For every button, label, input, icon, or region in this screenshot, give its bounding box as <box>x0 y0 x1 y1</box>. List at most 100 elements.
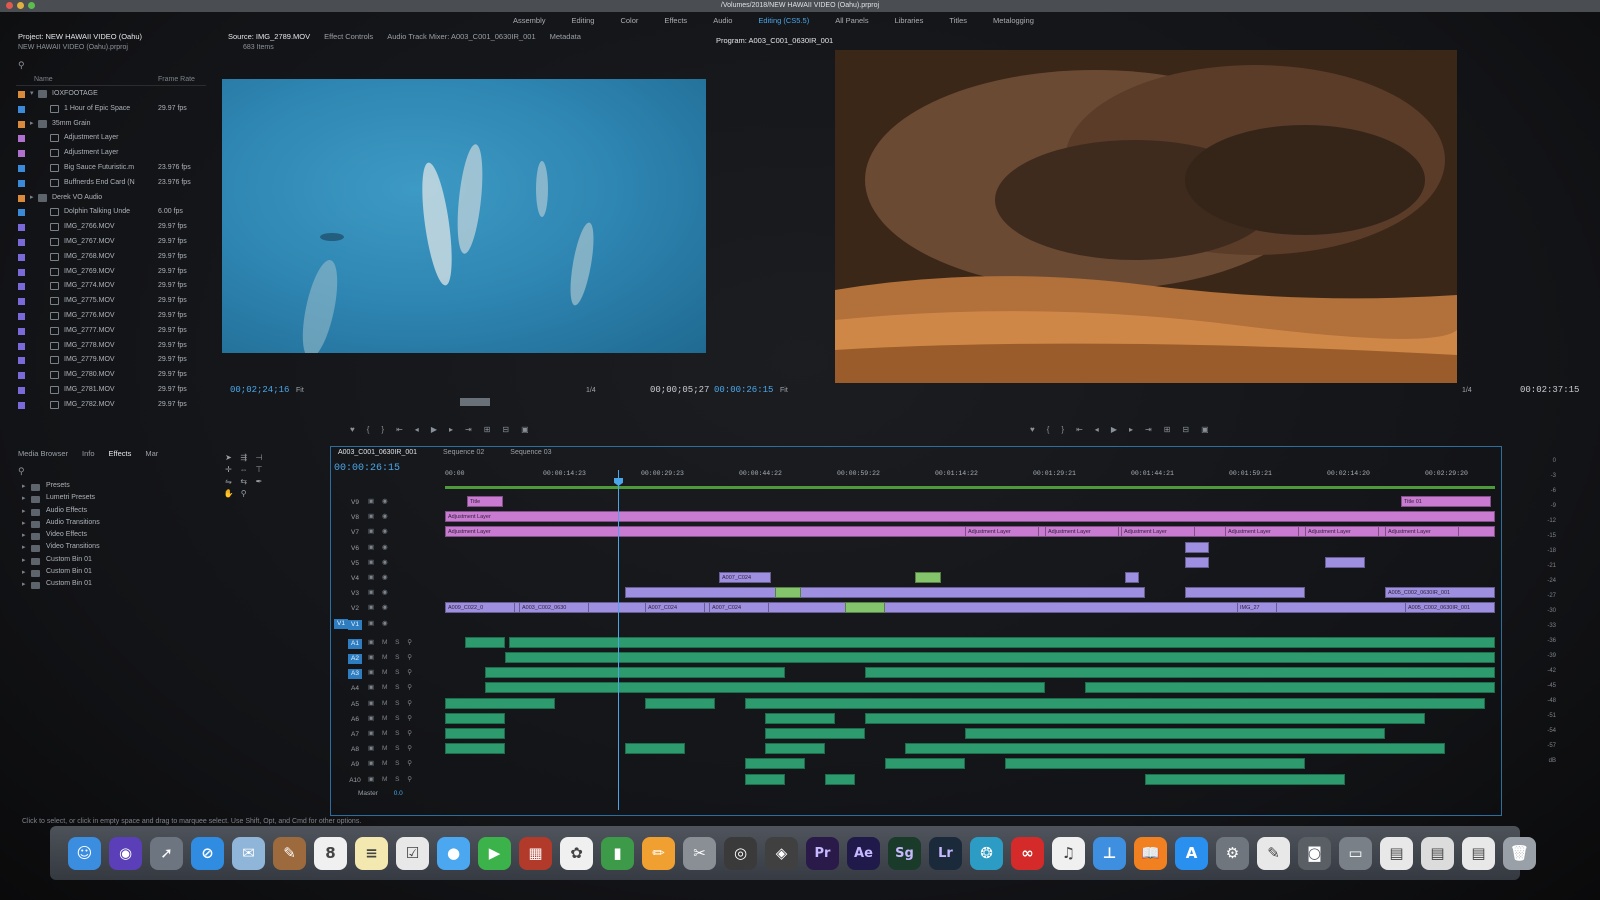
audio-clip[interactable] <box>905 743 1445 755</box>
audio-clip[interactable] <box>745 758 805 770</box>
audio-clip[interactable] <box>445 743 505 755</box>
program-play-icon[interactable]: ▶ <box>1111 425 1117 434</box>
playhead[interactable] <box>618 470 619 810</box>
workspace-tab[interactable]: Effects <box>651 14 700 28</box>
master-value[interactable]: 0.0 <box>394 790 403 797</box>
video-clip[interactable] <box>845 602 885 614</box>
source-resolution-select[interactable]: 1/4 <box>586 387 596 394</box>
workspace-tab[interactable]: Audio <box>700 14 745 28</box>
slip-icon[interactable]: ⇋ <box>223 477 234 487</box>
source-tab[interactable]: Audio Track Mixer: A003_C001_0630IR_001 <box>387 32 535 41</box>
close-window-icon[interactable] <box>6 2 13 9</box>
workspace-tab[interactable]: All Panels <box>822 14 881 28</box>
disclosure-triangle-icon[interactable]: ▸ <box>30 119 34 127</box>
program-fit-select[interactable]: Fit <box>780 387 788 394</box>
audio-clip[interactable] <box>765 743 825 755</box>
messages-icon[interactable]: ● <box>437 836 470 870</box>
photos-icon[interactable]: ✿ <box>560 836 593 870</box>
program-export-frame-icon[interactable]: ▣ <box>1201 425 1209 434</box>
label-color-swatch[interactable] <box>18 179 25 187</box>
workspace-tab[interactable]: Editing (CS5.5) <box>745 14 822 28</box>
track-controls-icons[interactable]: ▣ M S ⚲ <box>368 683 415 691</box>
track-controls-icons[interactable]: ▣ ◉ <box>368 497 391 505</box>
project-item[interactable]: IMG_2776.MOV 29.97 fps <box>16 309 206 324</box>
app-store-icon[interactable]: A <box>1175 836 1208 870</box>
label-color-swatch[interactable] <box>18 164 25 172</box>
siri-icon[interactable]: ◉ <box>109 836 142 870</box>
program-timecode[interactable]: 00:00:26:15 <box>714 385 773 395</box>
program-go-to-in-icon[interactable]: ⇤ <box>1076 425 1083 434</box>
sequence-tab[interactable]: A003_C001_0630IR_001 <box>338 449 417 456</box>
track-controls-icons[interactable]: ▣ M S ⚲ <box>368 638 415 646</box>
video-clip[interactable]: Adjustment Layer <box>1385 526 1459 538</box>
video-clip[interactable]: Title <box>467 496 503 507</box>
rolling-edit-icon[interactable]: ✛ <box>223 465 234 475</box>
track-target-label[interactable]: A1 <box>348 638 362 649</box>
project-item[interactable]: IMG_2778.MOV 29.97 fps <box>16 339 206 354</box>
track-controls-icons[interactable]: ▣ M S ⚲ <box>368 668 415 676</box>
audio-clip[interactable] <box>1145 773 1345 785</box>
audio-clip[interactable] <box>625 743 685 755</box>
workspace-tab[interactable]: Assembly <box>500 14 559 28</box>
label-color-swatch[interactable] <box>18 105 25 113</box>
label-color-swatch[interactable] <box>18 209 25 217</box>
video-clip[interactable]: A009_C022_0 <box>445 602 515 614</box>
video-clip[interactable] <box>915 572 941 583</box>
audio-clip[interactable] <box>825 773 855 785</box>
effects-folder[interactable]: Custom Bin 01 <box>22 556 100 568</box>
premiere-icon[interactable]: Pr <box>806 836 839 870</box>
label-color-swatch[interactable] <box>18 268 25 276</box>
audio-clip[interactable] <box>505 652 1495 663</box>
video-clip[interactable]: Adjustment Layer <box>1045 526 1119 538</box>
track-target-label[interactable]: A2 <box>348 654 362 664</box>
workspace-tab[interactable]: Libraries <box>882 14 937 28</box>
audio-clip[interactable] <box>485 667 785 679</box>
label-color-swatch[interactable] <box>18 357 25 365</box>
sequence-tab[interactable]: Sequence 02 <box>443 449 484 456</box>
audio-clip[interactable] <box>965 728 1385 739</box>
label-color-swatch[interactable] <box>18 135 25 143</box>
document-icon-2[interactable]: ▤ <box>1421 836 1454 870</box>
photo-booth-icon[interactable]: ▦ <box>519 836 552 870</box>
audio-clip[interactable] <box>745 773 785 785</box>
track-target-label[interactable]: V9 <box>348 498 362 508</box>
track-controls-icons[interactable]: ▣ ◉ <box>368 543 391 551</box>
project-item[interactable]: IMG_2766.MOV 29.97 fps <box>16 220 206 235</box>
track-controls-icons[interactable]: ▣ ◉ <box>368 603 391 611</box>
sequence-tab[interactable]: Sequence 03 <box>510 449 551 456</box>
track-target-label[interactable]: A8 <box>348 745 362 755</box>
rate-stretch-icon[interactable]: ⇔ <box>238 465 249 475</box>
facetime-icon[interactable]: ▶ <box>478 836 511 870</box>
video-clip[interactable]: A003_C002_0630 <box>519 602 589 614</box>
track-controls-icons[interactable]: ▣ ◉ <box>368 588 391 596</box>
track-target-label[interactable]: A7 <box>348 730 362 740</box>
track-controls-icons[interactable]: ▣ M S ⚲ <box>368 729 415 737</box>
audio-clip[interactable] <box>445 712 505 724</box>
project-item[interactable]: IMG_2782.MOV 29.97 fps <box>16 398 206 413</box>
video-clip[interactable]: A005_C002_0630IR_001 <box>1405 602 1495 614</box>
launchpad-icon[interactable]: ➚ <box>150 836 183 870</box>
project-item[interactable]: IMG_2781.MOV 29.97 fps <box>16 383 206 398</box>
photo-browser-icon[interactable]: ◈ <box>765 836 798 870</box>
project-item[interactable]: 1 Hour of Epic Space 29.97 fps <box>16 102 206 117</box>
track-controls-icons[interactable]: ▣ M S ⚲ <box>368 699 415 707</box>
step-back-icon[interactable]: ◂ <box>415 425 419 434</box>
lightroom-icon[interactable]: Lr <box>929 836 962 870</box>
track-controls-icons[interactable]: ▣ M S ⚲ <box>368 759 415 767</box>
label-color-swatch[interactable] <box>18 327 25 335</box>
column-frame-rate[interactable]: Frame Rate <box>158 76 195 83</box>
video-clip[interactable]: IMG_27 <box>1237 602 1277 614</box>
minimize-window-icon[interactable] <box>17 2 24 9</box>
track-target-label[interactable]: A5 <box>348 700 362 710</box>
mark-in-icon[interactable]: { <box>367 425 370 434</box>
track-controls-icons[interactable]: ▣ ◉ <box>368 573 391 581</box>
track-target-label[interactable]: A3 <box>348 669 362 680</box>
workspace-tab[interactable]: Color <box>607 14 651 28</box>
project-item[interactable]: IMG_2769.MOV 29.97 fps <box>16 265 206 280</box>
track-target-label[interactable]: V6 <box>348 544 362 554</box>
safari-icon[interactable]: ⊘ <box>191 836 224 870</box>
effects-folder[interactable]: Custom Bin 01 <box>22 568 100 580</box>
track-target-label[interactable]: V3 <box>348 589 362 599</box>
audio-clip[interactable] <box>1085 682 1495 694</box>
video-clip[interactable] <box>1185 541 1209 553</box>
